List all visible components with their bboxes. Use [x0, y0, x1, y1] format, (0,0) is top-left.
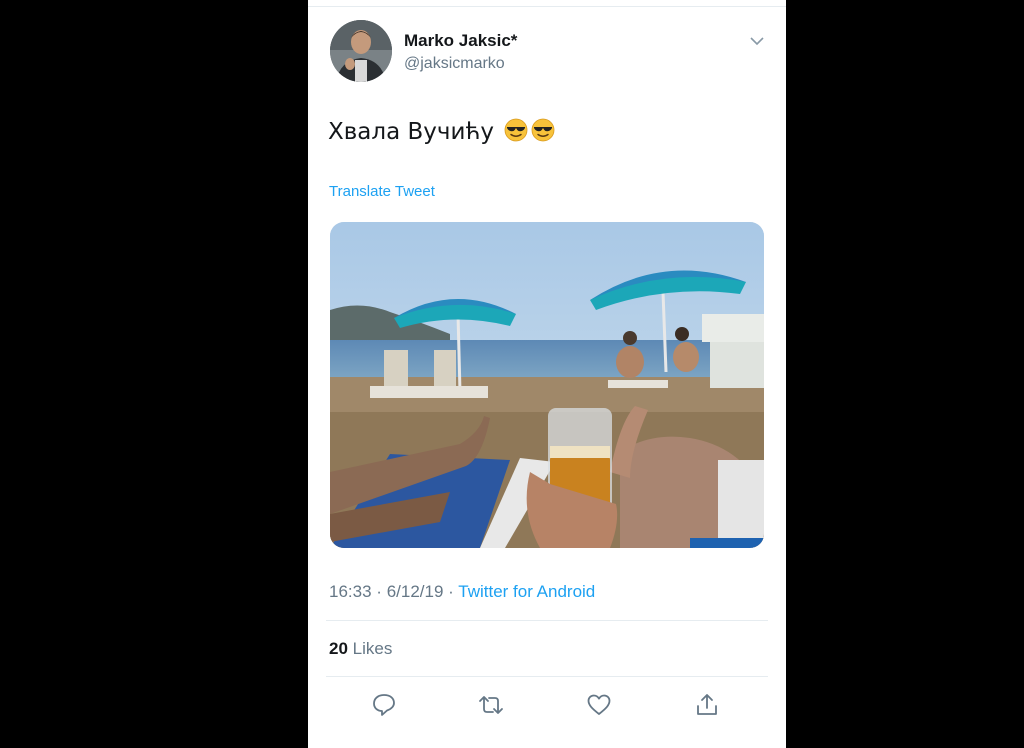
heart-icon[interactable] — [586, 692, 612, 718]
avatar[interactable] — [330, 20, 392, 82]
translate-tweet-link[interactable]: Translate Tweet — [329, 183, 435, 200]
tweet-card: Marko Jaksic* @jaksicmarko Хвала Вучићу … — [308, 0, 786, 748]
author-handle[interactable]: @jaksicmarko — [404, 55, 505, 73]
retweet-icon[interactable] — [478, 692, 504, 718]
tweet-text: Хвала Вучићу — [328, 118, 555, 145]
tweet-date: 6/12/19 — [386, 582, 444, 601]
meta-separator: · — [448, 582, 454, 601]
meta-separator: · — [376, 582, 382, 601]
share-icon[interactable] — [694, 692, 720, 718]
reply-icon[interactable] — [371, 692, 397, 718]
smiling-face-with-sunglasses-icon — [531, 118, 555, 142]
divider — [308, 6, 786, 7]
tweet-text-body: Хвала Вучићу — [328, 119, 495, 145]
author-name[interactable]: Marko Jaksic* — [404, 31, 517, 51]
divider — [326, 676, 768, 677]
smiling-face-with-sunglasses-icon — [504, 118, 528, 142]
likes-number: 20 — [329, 639, 348, 658]
tweet-photo[interactable] — [330, 222, 764, 548]
likes-label: Likes — [352, 639, 393, 658]
beach-photo-image — [330, 222, 764, 548]
chevron-down-icon[interactable] — [750, 36, 764, 46]
tweet-source-link[interactable]: Twitter for Android — [458, 582, 595, 601]
tweet-time: 16:33 — [329, 582, 372, 601]
avatar-image — [330, 20, 392, 82]
likes-count[interactable]: 20 Likes — [329, 639, 392, 659]
tweet-meta: 16:33 · 6/12/19 · Twitter for Android — [329, 582, 595, 602]
divider — [326, 620, 768, 621]
